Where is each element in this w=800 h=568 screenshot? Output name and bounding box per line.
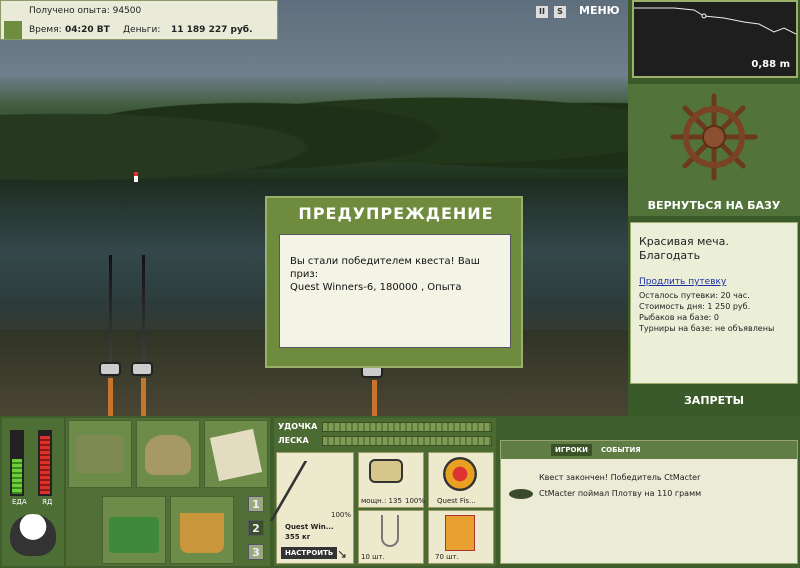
food-basket-icon <box>109 517 159 553</box>
map-icon <box>209 428 263 482</box>
reel-percent: 100% <box>405 497 426 505</box>
rod-label: УДОЧКА <box>278 422 318 431</box>
status-gauges: ЕДА ЯД <box>2 418 64 566</box>
food-label: ЕДА <box>12 498 27 506</box>
bucket-slot[interactable] <box>170 496 234 564</box>
map-slot[interactable] <box>204 420 268 488</box>
poison-label: ЯД <box>42 498 53 506</box>
pause-button[interactable]: II <box>536 6 548 18</box>
day-cost: Стоимость дня: 1 250 руб. <box>639 302 751 311</box>
dialog-title: ПРЕДУПРЕЖДЕНИЕ <box>298 204 494 223</box>
events-panel: ИГРОКИ СОБЫТИЯ Квест закончен! Победител… <box>500 440 798 564</box>
experience-value: 94500 <box>112 6 142 16</box>
setup-button[interactable]: НАСТРОИТЬ <box>281 547 338 559</box>
food-gauge <box>10 430 24 496</box>
dialog-message-line1: Вы стали победителем квеста! Ваш приз: <box>290 256 480 280</box>
depth-value: 0,88 m <box>751 59 790 70</box>
reel-power: мощн.: 135 <box>361 497 402 505</box>
sound-button[interactable]: S <box>554 6 566 18</box>
time-value: 04:20 ВТ <box>65 25 110 35</box>
slot-3-button[interactable]: 3 <box>248 544 264 560</box>
tab-events[interactable]: СОБЫТИЯ <box>597 444 645 456</box>
reel-1[interactable] <box>99 362 121 376</box>
rod-weight: 355 кг <box>285 533 311 541</box>
food-gauge-fill <box>12 459 22 494</box>
poison-gauge <box>38 430 52 496</box>
ship-wheel-icon[interactable] <box>669 92 759 182</box>
dialog-message-line2: Quest Winners-6, 180000 , Опыта <box>290 282 462 293</box>
tackle-box-icon <box>76 435 124 473</box>
permit-remaining: Осталось путевки: 20 час. <box>639 291 750 300</box>
line-spool-icon <box>443 457 477 491</box>
menu-button[interactable]: МЕНЮ <box>579 4 620 17</box>
bait-slot[interactable]: 70 шт. <box>428 510 494 564</box>
hook-slot[interactable]: 10 шт. <box>358 510 424 564</box>
bucket-icon <box>180 513 224 553</box>
rod-percent: 100% <box>331 511 352 519</box>
fish-icon <box>509 489 533 499</box>
lock-icon[interactable] <box>4 21 22 39</box>
arrow-icon: ↘ <box>337 547 348 561</box>
tackle-box-slot[interactable] <box>68 420 132 488</box>
forest-background <box>0 70 628 180</box>
base-panel: ВЕРНУТЬСЯ НА БАЗУ <box>628 84 800 216</box>
money-value: 11 189 227 руб. <box>171 25 253 35</box>
bans-button[interactable]: ЗАПРЕТЫ <box>628 388 800 414</box>
dialog-message: Вы стали победителем квеста! Ваш приз: Q… <box>279 234 511 348</box>
bait-count: 70 шт. <box>435 553 459 561</box>
warning-dialog: ПРЕДУПРЕЖДЕНИЕ Вы стали победителем квес… <box>265 196 523 368</box>
hooks-count: 10 шт. <box>361 553 385 561</box>
location-title-line1: Красивая меча. <box>639 235 729 248</box>
pot-icon[interactable] <box>10 514 56 556</box>
rod-bar <box>322 422 492 432</box>
tackle-panel: УДОЧКА ЛЕСКА 100% Quest Win... 355 кг НА… <box>269 418 496 566</box>
reel-slot[interactable]: мощн.: 135 100% <box>358 452 426 508</box>
slot-1-button[interactable]: 1 <box>248 496 264 512</box>
line-label: ЛЕСКА <box>278 436 309 445</box>
extend-permit-link[interactable]: Продлить путевку <box>639 277 774 288</box>
location-info-panel: Красивая меча. Благодать Продлить путевк… <box>630 222 798 384</box>
food-basket-slot[interactable] <box>102 496 166 564</box>
hook-icon <box>381 515 399 547</box>
time-label: Время: <box>29 25 62 35</box>
rod-handle-2 <box>141 378 146 416</box>
return-to-base-button[interactable]: ВЕРНУТЬСЯ НА БАЗУ <box>628 199 800 212</box>
tournaments-info: Турниры на базе: не объявлены <box>639 324 775 333</box>
inventory-area: 1 2 3 <box>66 418 270 566</box>
float-marker <box>134 172 138 182</box>
rod-name: Quest Win... <box>285 523 334 531</box>
fishing-line-slot[interactable]: Quest Fis... <box>428 452 494 508</box>
tab-players[interactable]: ИГРОКИ <box>551 444 592 456</box>
experience-row: Получено опыта: 94500 <box>29 6 141 16</box>
reel-icon <box>369 459 403 483</box>
bait-icon <box>445 515 475 551</box>
location-title-line2: Благодать <box>639 249 701 262</box>
rod-handle-3 <box>372 380 377 416</box>
anglers-on-base: Рыбаков на базе: 0 <box>639 313 719 322</box>
event-item: Квест закончен! Победитель CtMacter <box>539 473 701 482</box>
bag-slot[interactable] <box>136 420 200 488</box>
line-bar <box>322 436 492 446</box>
reel-2[interactable] <box>131 362 153 376</box>
event-item: CtMacter поймал Плотву на 110 грамм <box>539 489 702 498</box>
experience-label: Получено опыта: <box>29 6 110 16</box>
rod-handle-1 <box>108 378 113 416</box>
poison-gauge-fill <box>40 436 50 494</box>
depth-profile-panel: 0,88 m <box>632 0 798 78</box>
money-label: Деньги: <box>123 25 161 35</box>
player-info-panel: Получено опыта: 94500 Время: 04:20 ВТ Де… <box>0 0 278 40</box>
slot-2-button[interactable]: 2 <box>248 520 264 536</box>
bag-icon <box>145 435 191 475</box>
line-name: Quest Fis... <box>437 497 476 505</box>
rod-slot[interactable]: 100% Quest Win... 355 кг НАСТРОИТЬ ↘ <box>269 452 355 564</box>
